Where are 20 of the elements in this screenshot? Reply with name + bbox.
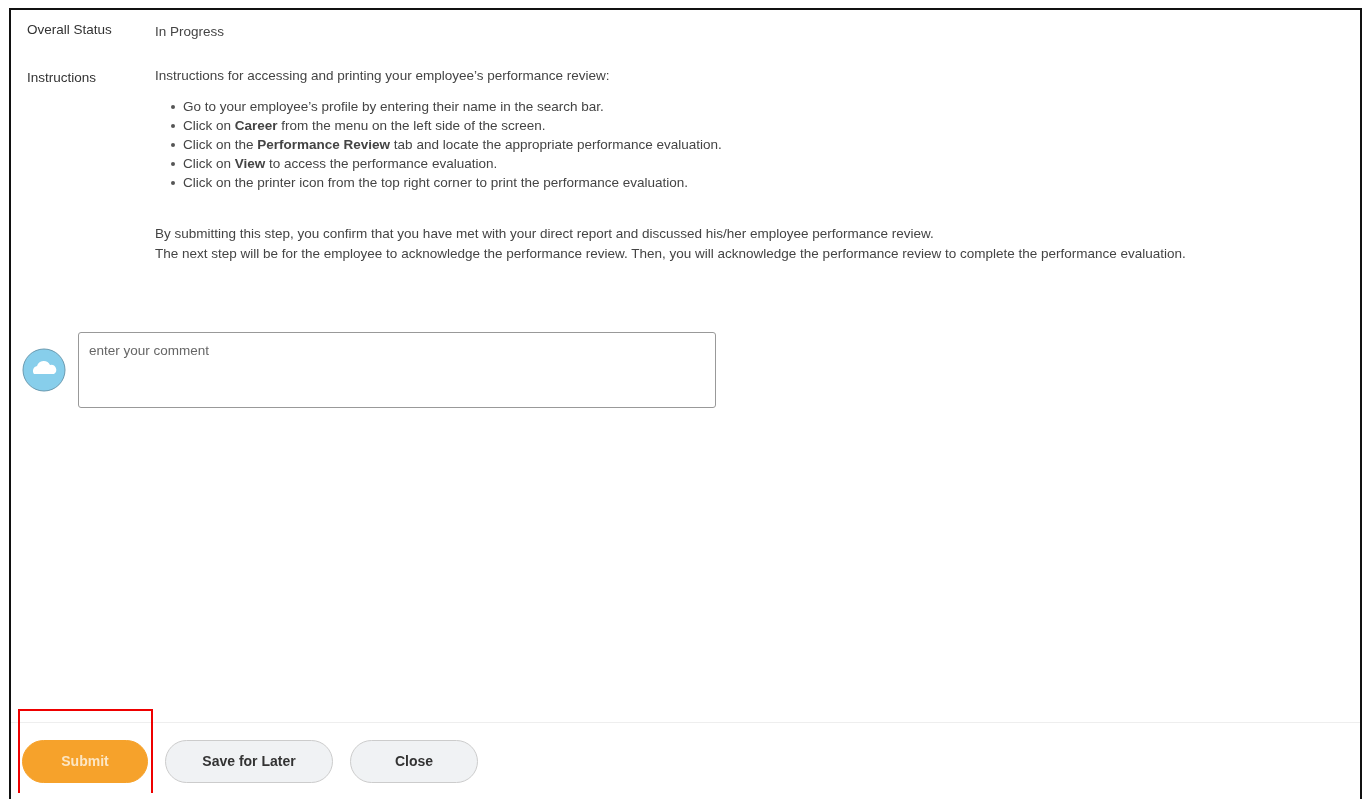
instruction-step: Click on Career from the menu on the left side of the screen.	[183, 116, 546, 135]
bullet-icon	[171, 161, 175, 166]
bullet-icon	[171, 104, 175, 109]
instructions-intro: Instructions for accessing and printing your employee’s performance review:	[155, 67, 611, 85]
comment-field[interactable]: enter your comment	[78, 332, 716, 408]
instruction-step: Click on the printer icon from the top right corner to print the performance evaluation.	[183, 173, 688, 192]
bullet-icon	[171, 123, 175, 128]
instruction-step: Click on the Performance Review tab and locate the appropriate performance evaluation.	[183, 135, 722, 154]
field-label: Instructions	[27, 69, 98, 87]
instruction-step: Go to your employee’s profile by entering their name in the search bar.	[183, 97, 604, 116]
bullet-icon	[171, 180, 175, 185]
instruction-note: The next step will be for the employee to acknowledge the performance review. Then, you will acknowledge the performance review to complete the performance evaluation.	[155, 245, 1186, 263]
field-label: Overall Status	[27, 22, 113, 39]
action-button[interactable]: Close	[350, 739, 478, 783]
instruction-step: Click on View to access the performance evaluation.	[183, 154, 498, 173]
avatar-cloud-icon	[22, 348, 66, 392]
instruction-note: By submitting this step, you confirm that you have met with your direct report and discussed his/her employee performance review.	[155, 225, 935, 243]
action-button[interactable]: Save for Later	[165, 739, 333, 783]
field-value: In Progress	[155, 23, 225, 41]
bullet-icon	[171, 142, 175, 147]
